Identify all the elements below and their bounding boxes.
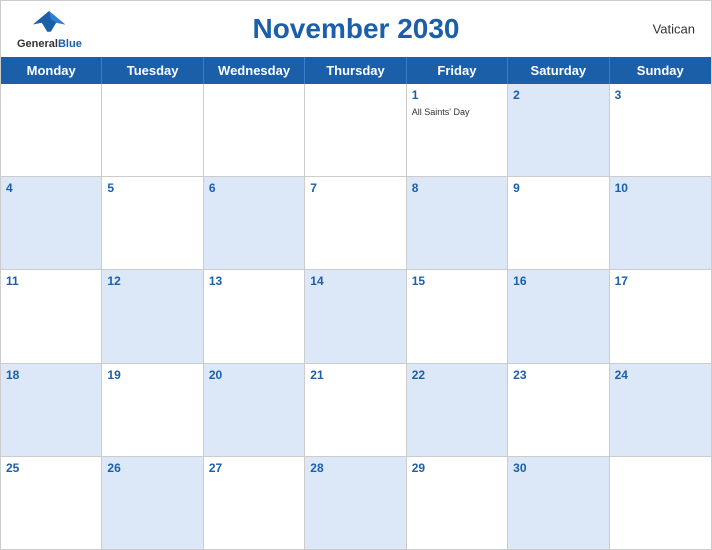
day-number: 3 <box>615 88 706 102</box>
day-cell <box>1 84 102 176</box>
day-cell-6: 6 <box>204 177 305 269</box>
day-number: 2 <box>513 88 603 102</box>
day-number: 26 <box>107 461 197 475</box>
day-number: 25 <box>6 461 96 475</box>
day-cell-4: 4 <box>1 177 102 269</box>
week-row-1: 1 All Saints' Day 2 3 <box>1 84 711 177</box>
day-cell-8: 8 <box>407 177 508 269</box>
day-cell-5: 5 <box>102 177 203 269</box>
day-cell-11: 11 <box>1 270 102 362</box>
day-cell <box>610 457 711 549</box>
day-cell-26: 26 <box>102 457 203 549</box>
logo-area: GeneralBlue <box>17 6 82 52</box>
day-number: 5 <box>107 181 197 195</box>
header-friday: Friday <box>407 57 508 84</box>
day-cell-22: 22 <box>407 364 508 456</box>
calendar-container: GeneralBlue November 2030 Vatican Monday… <box>0 0 712 550</box>
day-number: 20 <box>209 368 299 382</box>
day-number: 27 <box>209 461 299 475</box>
day-cell-20: 20 <box>204 364 305 456</box>
header-monday: Monday <box>1 57 102 84</box>
day-number: 19 <box>107 368 197 382</box>
header-sunday: Sunday <box>610 57 711 84</box>
day-cell-15: 15 <box>407 270 508 362</box>
day-cell-23: 23 <box>508 364 609 456</box>
day-cell-3: 3 <box>610 84 711 176</box>
week-row-2: 4 5 6 7 8 9 10 <box>1 177 711 270</box>
day-number: 10 <box>615 181 706 195</box>
calendar-header: GeneralBlue November 2030 Vatican <box>1 1 711 57</box>
header-wednesday: Wednesday <box>204 57 305 84</box>
day-cell-2: 2 <box>508 84 609 176</box>
header-tuesday: Tuesday <box>102 57 203 84</box>
day-cell-21: 21 <box>305 364 406 456</box>
day-number: 9 <box>513 181 603 195</box>
day-cell-14: 14 <box>305 270 406 362</box>
day-number: 4 <box>6 181 96 195</box>
day-cell-18: 18 <box>1 364 102 456</box>
week-row-5: 25 26 27 28 29 30 <box>1 457 711 549</box>
day-cell-12: 12 <box>102 270 203 362</box>
day-number: 24 <box>615 368 706 382</box>
day-cell-7: 7 <box>305 177 406 269</box>
day-cell-25: 25 <box>1 457 102 549</box>
day-number: 22 <box>412 368 502 382</box>
logo-icon <box>31 6 67 34</box>
calendar-title: November 2030 <box>252 13 459 45</box>
day-headers-row: Monday Tuesday Wednesday Thursday Friday… <box>1 57 711 84</box>
header-thursday: Thursday <box>305 57 406 84</box>
day-cell-27: 27 <box>204 457 305 549</box>
week-row-3: 11 12 13 14 15 16 17 <box>1 270 711 363</box>
day-number: 21 <box>310 368 400 382</box>
header-saturday: Saturday <box>508 57 609 84</box>
day-number: 8 <box>412 181 502 195</box>
day-number: 11 <box>6 274 96 288</box>
country-label: Vatican <box>653 22 695 37</box>
day-number: 17 <box>615 274 706 288</box>
calendar-grid: Monday Tuesday Wednesday Thursday Friday… <box>1 57 711 549</box>
day-number: 14 <box>310 274 400 288</box>
day-number: 28 <box>310 461 400 475</box>
day-number: 30 <box>513 461 603 475</box>
day-cell-9: 9 <box>508 177 609 269</box>
day-cell-28: 28 <box>305 457 406 549</box>
day-number: 16 <box>513 274 603 288</box>
weeks-container: 1 All Saints' Day 2 3 4 5 6 <box>1 84 711 549</box>
day-cell-19: 19 <box>102 364 203 456</box>
day-cell-13: 13 <box>204 270 305 362</box>
day-cell-10: 10 <box>610 177 711 269</box>
day-cell-17: 17 <box>610 270 711 362</box>
day-cell-1: 1 All Saints' Day <box>407 84 508 176</box>
day-number: 7 <box>310 181 400 195</box>
logo-general: GeneralBlue <box>17 34 82 52</box>
day-cell-16: 16 <box>508 270 609 362</box>
week-row-4: 18 19 20 21 22 23 24 <box>1 364 711 457</box>
day-number: 12 <box>107 274 197 288</box>
day-number: 18 <box>6 368 96 382</box>
day-cell-29: 29 <box>407 457 508 549</box>
day-number: 23 <box>513 368 603 382</box>
day-cell-30: 30 <box>508 457 609 549</box>
day-cell-24: 24 <box>610 364 711 456</box>
day-number: 1 <box>412 88 502 102</box>
day-number: 6 <box>209 181 299 195</box>
day-cell <box>305 84 406 176</box>
day-number: 15 <box>412 274 502 288</box>
day-number: 13 <box>209 274 299 288</box>
day-number: 29 <box>412 461 502 475</box>
day-cell <box>102 84 203 176</box>
day-event: All Saints' Day <box>412 107 470 117</box>
day-cell <box>204 84 305 176</box>
